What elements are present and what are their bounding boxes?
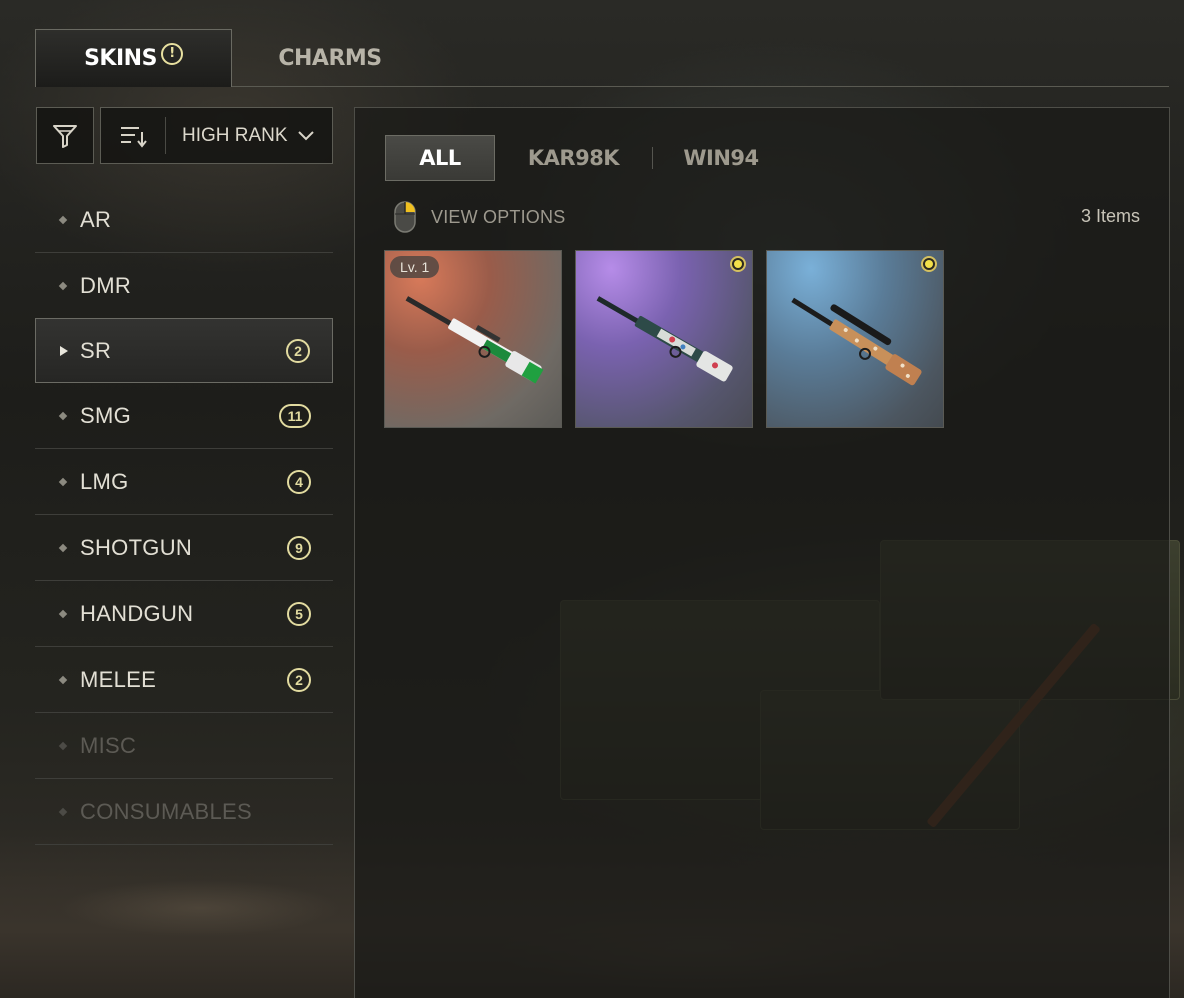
- rifle-icon: [596, 296, 733, 382]
- category-lmg[interactable]: LMG 4: [35, 449, 333, 515]
- view-options-button[interactable]: VIEW OPTIONS: [393, 200, 565, 234]
- item-card[interactable]: [575, 250, 753, 428]
- tab-charms[interactable]: CHARMS: [232, 29, 428, 87]
- count-badge: 11: [279, 403, 311, 428]
- chevron-down-icon: [298, 130, 314, 140]
- category-handgun[interactable]: HANDGUN 5: [35, 581, 333, 647]
- view-options-label: VIEW OPTIONS: [431, 206, 566, 227]
- play-arrow-icon: [60, 345, 68, 356]
- item-grid: Lv. 1: [384, 250, 944, 428]
- tab-charms-label: CHARMS: [278, 45, 382, 71]
- category-label: SHOTGUN: [80, 534, 193, 560]
- category-label: MELEE: [80, 666, 157, 692]
- category-label: HANDGUN: [80, 600, 194, 626]
- mouse-icon: [394, 201, 416, 233]
- bullet-icon: [58, 807, 68, 816]
- tab-skins-label: SKINS: [84, 46, 157, 71]
- category-label: CONSUMABLES: [80, 798, 253, 824]
- weapon-subtabs: ALL KAR98K WIN94: [385, 135, 789, 181]
- count-badge: 5: [287, 601, 311, 626]
- category-label: AR: [80, 206, 112, 232]
- scoped-rifle-icon: [791, 297, 922, 386]
- rarity-indicator: [730, 256, 746, 272]
- items-panel: ALL KAR98K WIN94 VIEW OPTIONS 3 Items Lv…: [354, 107, 1170, 998]
- filter-button[interactable]: [36, 107, 94, 164]
- subtab-all[interactable]: ALL: [385, 135, 495, 181]
- level-tag: Lv. 1: [390, 256, 440, 278]
- category-list: AR DMR SR 2 SMG 11 LMG 4 SHOTGUN 9 HANDG…: [35, 187, 333, 845]
- count-badge: 2: [286, 338, 310, 363]
- bullet-icon: [58, 543, 68, 552]
- category-misc: MISC: [35, 713, 333, 779]
- category-sr[interactable]: SR 2: [35, 318, 333, 383]
- item-card[interactable]: [766, 250, 944, 428]
- bullet-icon: [58, 609, 68, 618]
- category-melee[interactable]: MELEE 2: [35, 647, 333, 713]
- category-dmr[interactable]: DMR: [35, 253, 333, 319]
- alert-icon: !: [160, 42, 183, 65]
- subtab-kar98k[interactable]: KAR98K: [495, 135, 652, 181]
- category-label: SR: [80, 337, 112, 363]
- category-label: DMR: [80, 272, 132, 298]
- category-ar[interactable]: AR: [35, 187, 333, 253]
- count-badge: 4: [287, 469, 311, 494]
- sort-label: HIGH RANK: [182, 124, 288, 146]
- subtab-label: WIN94: [683, 146, 759, 170]
- top-tab-bar: SKINS ! CHARMS: [35, 29, 1169, 87]
- count-badge: 2: [287, 667, 311, 692]
- sort-dropdown[interactable]: HIGH RANK: [100, 107, 333, 164]
- bullet-icon: [58, 281, 68, 290]
- bullet-icon: [58, 675, 68, 684]
- sort-icon-wrap: [101, 117, 166, 154]
- category-shotgun[interactable]: SHOTGUN 9: [35, 515, 333, 581]
- item-card[interactable]: Lv. 1: [384, 250, 562, 428]
- subtab-label: KAR98K: [527, 146, 620, 170]
- subtab-win94[interactable]: WIN94: [653, 135, 789, 181]
- category-label: SMG: [80, 402, 132, 428]
- category-consumables: CONSUMABLES: [35, 779, 333, 845]
- filter-icon: [53, 124, 77, 148]
- category-label: LMG: [80, 468, 129, 494]
- sort-icon: [121, 126, 147, 148]
- bullet-icon: [58, 741, 68, 750]
- tab-skins[interactable]: SKINS !: [35, 29, 232, 87]
- bullet-icon: [58, 411, 68, 420]
- category-label: MISC: [80, 732, 137, 758]
- subtab-label: ALL: [419, 146, 461, 170]
- bullet-icon: [58, 477, 68, 486]
- bullet-icon: [58, 215, 68, 224]
- item-count: 3 Items: [1080, 206, 1140, 226]
- category-smg[interactable]: SMG 11: [35, 383, 333, 449]
- rarity-indicator: [921, 256, 937, 272]
- count-badge: 9: [287, 535, 311, 560]
